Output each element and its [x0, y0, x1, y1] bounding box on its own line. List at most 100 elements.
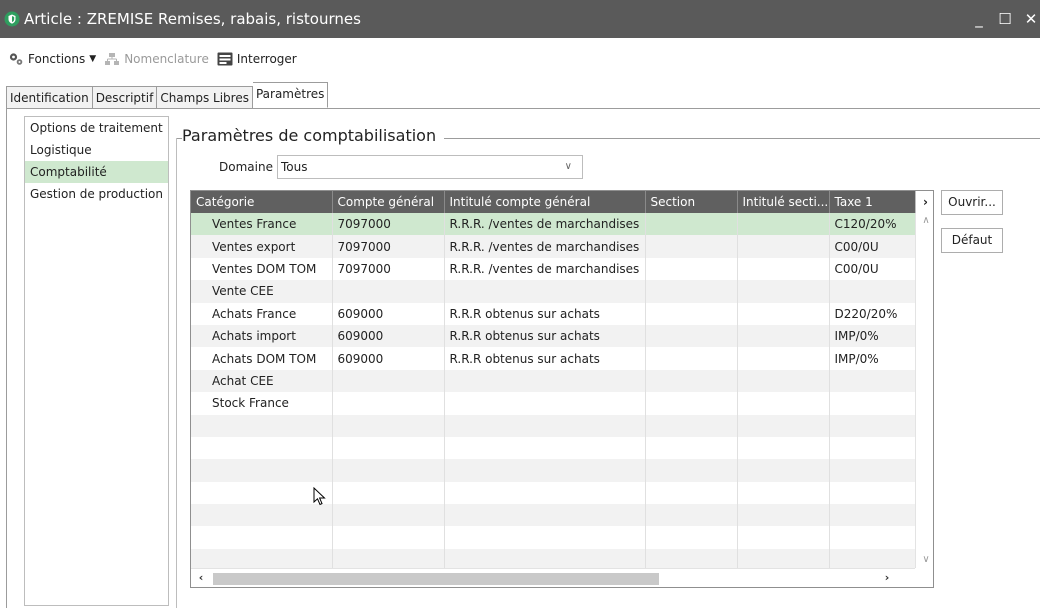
- cell-categorie[interactable]: Ventes France: [191, 213, 333, 236]
- empty-cell[interactable]: [191, 459, 333, 482]
- tab-champs-libres[interactable]: Champs Libres: [157, 86, 253, 108]
- empty-cell[interactable]: [332, 481, 445, 505]
- cell-taxe-1[interactable]: IMP/0%: [829, 347, 916, 370]
- empty-cell[interactable]: [444, 526, 646, 549]
- cell-intitule-section[interactable]: [737, 280, 830, 303]
- empty-cell[interactable]: [332, 504, 445, 527]
- empty-cell[interactable]: [332, 414, 445, 437]
- empty-cell[interactable]: [829, 459, 916, 482]
- cell-taxe-1[interactable]: [829, 369, 916, 393]
- cell-taxe-1[interactable]: C120/20%: [829, 213, 916, 236]
- cell-categorie[interactable]: Ventes export: [191, 235, 333, 258]
- cell-compte-general[interactable]: [332, 392, 445, 415]
- cell-categorie[interactable]: Vente CEE: [191, 280, 333, 303]
- cell-intitule-section[interactable]: [737, 257, 830, 281]
- empty-cell[interactable]: [332, 526, 445, 549]
- scroll-right-icon[interactable]: ›: [879, 571, 895, 584]
- empty-cell[interactable]: [737, 459, 830, 482]
- empty-cell[interactable]: [332, 436, 445, 460]
- minimize-button[interactable]: _: [970, 10, 988, 28]
- cell-intitule-compte[interactable]: R.R.R obtenus sur achats: [444, 347, 646, 370]
- cell-section[interactable]: [645, 302, 738, 325]
- cell-compte-general[interactable]: 7097000: [332, 257, 445, 281]
- nav-item-comptabilite[interactable]: Comptabilité: [25, 161, 168, 183]
- cell-intitule-compte[interactable]: R.R.R. /ventes de marchandises: [444, 257, 646, 281]
- table-row[interactable]: Ventes France 7097000 R.R.R. /ventes de ma…: [191, 213, 916, 236]
- cell-section[interactable]: [645, 257, 738, 281]
- cell-intitule-compte[interactable]: R.R.R. /ventes de marchandises: [444, 235, 646, 258]
- cell-compte-general[interactable]: 7097000: [332, 213, 445, 236]
- cell-intitule-section[interactable]: [737, 347, 830, 370]
- scroll-down-icon[interactable]: ∨: [916, 554, 933, 565]
- empty-cell[interactable]: [645, 481, 738, 505]
- empty-cell[interactable]: [191, 481, 333, 505]
- empty-row[interactable]: [191, 436, 916, 460]
- empty-cell[interactable]: [645, 459, 738, 482]
- cell-intitule-compte[interactable]: R.R.R. /ventes de marchandises: [444, 213, 646, 236]
- cell-categorie[interactable]: Stock France: [191, 392, 333, 415]
- cell-intitule-compte[interactable]: [444, 369, 646, 393]
- cell-categorie[interactable]: Achats France: [191, 302, 333, 325]
- column-header-categorie[interactable]: Catégorie: [191, 191, 333, 213]
- cell-intitule-section[interactable]: [737, 235, 830, 258]
- empty-cell[interactable]: [829, 526, 916, 549]
- cell-section[interactable]: [645, 235, 738, 258]
- empty-cell[interactable]: [645, 414, 738, 437]
- tab-descriptif[interactable]: Descriptif: [92, 86, 158, 108]
- cell-section[interactable]: [645, 280, 738, 303]
- horizontal-scrollbar[interactable]: ‹ ›: [191, 568, 915, 587]
- empty-cell[interactable]: [444, 436, 646, 460]
- cell-compte-general[interactable]: 609000: [332, 347, 445, 370]
- empty-cell[interactable]: [191, 414, 333, 437]
- nav-item-logistique[interactable]: Logistique: [25, 139, 168, 161]
- cell-section[interactable]: [645, 392, 738, 415]
- nomenclature-button[interactable]: Nomenclature: [104, 52, 209, 66]
- empty-cell[interactable]: [444, 481, 646, 505]
- column-scroll-right-button[interactable]: ›: [915, 191, 933, 213]
- cell-section[interactable]: [645, 369, 738, 393]
- cell-intitule-section[interactable]: [737, 302, 830, 325]
- nav-item-gestion-production[interactable]: Gestion de production: [25, 183, 168, 205]
- cell-intitule-compte[interactable]: [444, 392, 646, 415]
- table-row[interactable]: Ventes export 7097000 R.R.R. /ventes de ma…: [191, 235, 916, 258]
- table-row[interactable]: Stock France: [191, 392, 916, 415]
- empty-cell[interactable]: [444, 459, 646, 482]
- domaine-select[interactable]: Tous ∨: [277, 155, 583, 179]
- table-row[interactable]: Achats import 609000 R.R.R obtenus sur ach…: [191, 324, 916, 348]
- empty-cell[interactable]: [645, 526, 738, 549]
- tab-parametres[interactable]: Paramètres: [252, 82, 329, 108]
- cell-intitule-section[interactable]: [737, 392, 830, 415]
- empty-row[interactable]: [191, 504, 916, 527]
- cell-taxe-1[interactable]: C00/0U: [829, 257, 916, 281]
- empty-row[interactable]: [191, 459, 916, 482]
- table-row[interactable]: Achat CEE: [191, 369, 916, 393]
- table-row[interactable]: Achats France 609000 R.R.R obtenus sur ach…: [191, 302, 916, 325]
- maximize-button[interactable]: ☐: [996, 10, 1014, 28]
- empty-cell[interactable]: [737, 481, 830, 505]
- tab-identification[interactable]: Identification: [6, 86, 93, 108]
- cell-taxe-1[interactable]: IMP/0%: [829, 324, 916, 348]
- empty-cell[interactable]: [191, 504, 333, 527]
- cell-taxe-1[interactable]: [829, 280, 916, 303]
- empty-cell[interactable]: [191, 526, 333, 549]
- empty-cell[interactable]: [332, 459, 445, 482]
- table-row[interactable]: Ventes DOM TOM 7097000 R.R.R. /ventes de m…: [191, 257, 916, 281]
- cell-intitule-section[interactable]: [737, 213, 830, 236]
- column-header-intitule-compte[interactable]: Intitulé compte général: [444, 191, 646, 213]
- empty-cell[interactable]: [444, 504, 646, 527]
- empty-cell[interactable]: [737, 436, 830, 460]
- cell-compte-general[interactable]: 609000: [332, 324, 445, 348]
- cell-taxe-1[interactable]: [829, 392, 916, 415]
- ouvrir-button[interactable]: Ouvrir...: [941, 190, 1003, 215]
- vertical-scrollbar[interactable]: ∧ ∨: [915, 213, 933, 567]
- column-header-intitule-section[interactable]: Intitulé secti...: [737, 191, 830, 213]
- column-header-taxe-1[interactable]: Taxe 1: [829, 191, 916, 213]
- empty-cell[interactable]: [829, 414, 916, 437]
- cell-section[interactable]: [645, 324, 738, 348]
- cell-taxe-1[interactable]: C00/0U: [829, 235, 916, 258]
- defaut-button[interactable]: Défaut: [941, 228, 1003, 253]
- empty-cell[interactable]: [645, 436, 738, 460]
- table-row[interactable]: Vente CEE: [191, 280, 916, 303]
- column-header-compte-general[interactable]: Compte général: [332, 191, 445, 213]
- empty-cell[interactable]: [829, 481, 916, 505]
